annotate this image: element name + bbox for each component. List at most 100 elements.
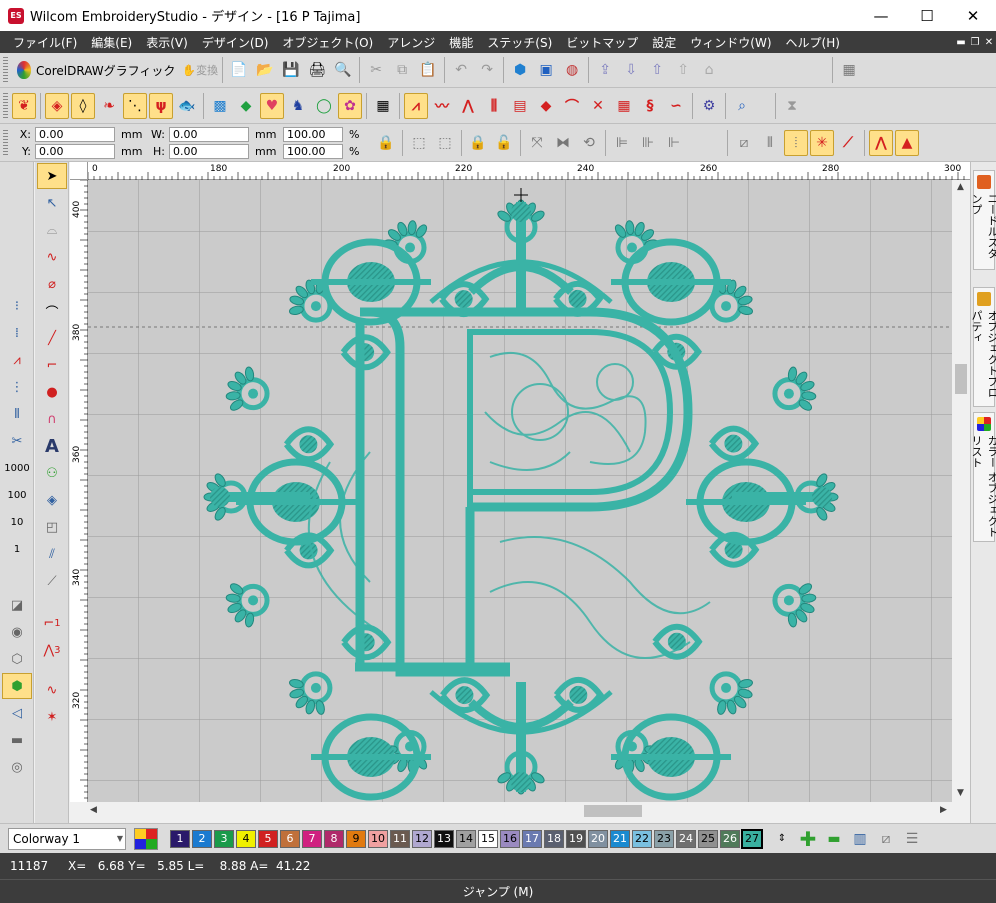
machine-connect-icon[interactable]: ⇧ bbox=[645, 57, 669, 83]
thread-swatch[interactable]: 20 bbox=[588, 829, 608, 848]
thread-swatch[interactable]: 12 bbox=[412, 829, 432, 848]
figure-icon[interactable]: ♞ bbox=[286, 93, 310, 119]
minimize-button[interactable]: — bbox=[858, 0, 904, 31]
thread-swatch[interactable]: 6 bbox=[280, 829, 300, 848]
print-preview-icon[interactable]: 🔍 bbox=[331, 57, 355, 83]
horizontal-scroll-thumb[interactable] bbox=[584, 805, 642, 817]
shapes-icon[interactable]: ◆ bbox=[234, 93, 258, 119]
mdi-close-button[interactable]: ✕ bbox=[982, 37, 996, 48]
machine-send-icon[interactable]: ⇪ bbox=[593, 57, 617, 83]
shape-hexagon-fill-icon[interactable]: ⬢ bbox=[2, 673, 32, 699]
hide-color-icon[interactable]: ⧄ bbox=[874, 826, 898, 852]
group-icon[interactable]: ⬚ bbox=[407, 130, 431, 156]
menu-arrange[interactable]: アレンジ bbox=[380, 34, 442, 51]
transform-icon[interactable]: ⤧ bbox=[525, 130, 549, 156]
thread-swatch[interactable]: 19 bbox=[566, 829, 586, 848]
grid-toggle-icon[interactable]: ▦ bbox=[371, 93, 395, 119]
hatch-stitch-icon[interactable]: ▤ bbox=[508, 93, 532, 119]
w-field[interactable]: 0.00 bbox=[169, 126, 249, 142]
mdi-minimize-button[interactable]: ▬ bbox=[954, 37, 968, 48]
mirror-icon[interactable]: ⧗ bbox=[780, 93, 804, 119]
run-line-icon[interactable]: ⋱ bbox=[123, 92, 147, 119]
maximize-button[interactable]: ☐ bbox=[904, 0, 950, 31]
menu-file[interactable]: ファイル(F) bbox=[6, 34, 84, 51]
thread-swatch[interactable]: 8 bbox=[324, 829, 344, 848]
stitch-column-icon[interactable]: ⦀ bbox=[2, 401, 32, 427]
thread-swatch[interactable]: 7 bbox=[302, 829, 322, 848]
zigzag-stitch-icon[interactable]: ⩘ bbox=[404, 92, 428, 119]
scale-y-field[interactable]: 100.00 bbox=[283, 143, 343, 159]
design-image-icon[interactable]: ▣ bbox=[534, 57, 558, 83]
color-blend-icon[interactable]: ✿ bbox=[338, 92, 362, 119]
stitch-density-icon[interactable]: ⦙ bbox=[784, 129, 808, 156]
align-right-icon[interactable]: ⊩ bbox=[662, 130, 686, 156]
monogram-icon[interactable]: ◈ bbox=[37, 487, 67, 513]
thread-swatch[interactable]: 5 bbox=[258, 829, 278, 848]
circle-tool-icon[interactable]: ● bbox=[37, 379, 67, 405]
stitch-travel-icon[interactable]: ⁞ bbox=[2, 320, 32, 346]
step-stitch-icon[interactable]: ⫼ bbox=[482, 93, 506, 119]
fish-icon[interactable]: 🐟 bbox=[175, 93, 199, 119]
count-100-button[interactable]: 100 bbox=[2, 482, 32, 508]
border-icon[interactable]: ◯ bbox=[312, 93, 336, 119]
object-properties-tab[interactable]: オブジェクトプロパティ bbox=[970, 287, 996, 407]
applique-icon[interactable]: ♥ bbox=[260, 92, 284, 119]
motif-stitch-icon[interactable]: § bbox=[638, 93, 662, 119]
stitch-player-icon[interactable]: ◍ bbox=[560, 57, 584, 83]
thread-swatch[interactable]: 17 bbox=[522, 829, 542, 848]
menu-function[interactable]: 機能 bbox=[442, 34, 480, 51]
save-icon[interactable]: 💾 bbox=[279, 57, 303, 83]
count-10-button[interactable]: 10 bbox=[2, 509, 32, 535]
unlock-icon[interactable]: 🔓 bbox=[492, 130, 516, 156]
machine-icon[interactable]: ⚙ bbox=[697, 93, 721, 119]
new-file-icon[interactable]: 📄 bbox=[227, 57, 251, 83]
text-tool-icon[interactable]: A bbox=[37, 433, 67, 459]
scroll-left-arrow-icon[interactable]: ◀ bbox=[90, 805, 97, 815]
thread-swatch[interactable]: 25 bbox=[698, 829, 718, 848]
cut-icon[interactable]: ✂ bbox=[364, 57, 388, 83]
cross-stitch-icon[interactable]: ✕ bbox=[586, 93, 610, 119]
thread-swatch[interactable]: 14 bbox=[456, 829, 476, 848]
count-1000-button[interactable]: 1000 bbox=[2, 455, 32, 481]
shape-circle-icon[interactable]: ◉ bbox=[2, 619, 32, 645]
wave-stitch-icon[interactable]: 〰 bbox=[430, 93, 454, 119]
stitch-triangle-icon[interactable]: ▲ bbox=[895, 129, 919, 156]
copy-icon[interactable]: ⧉ bbox=[390, 57, 414, 83]
lock-icon[interactable]: 🔒 bbox=[466, 130, 490, 156]
menu-bitmap[interactable]: ビットマップ bbox=[559, 34, 645, 51]
remove-color-icon[interactable]: ▬ bbox=[822, 826, 846, 852]
swatch-scroll-icon[interactable]: ⇕ bbox=[770, 826, 794, 852]
thread-swatch[interactable]: 2 bbox=[192, 829, 212, 848]
horizontal-scrollbar[interactable]: ◀ ▶ bbox=[88, 802, 952, 820]
menu-view[interactable]: 表示(V) bbox=[139, 34, 195, 51]
shape-hexagon-icon[interactable]: ⬡ bbox=[2, 646, 32, 672]
polyline-tool-icon[interactable]: ⌐ bbox=[37, 352, 67, 378]
menu-window[interactable]: ウィンドウ(W) bbox=[683, 34, 778, 51]
step-3-button[interactable]: ⋀ 3 bbox=[37, 637, 67, 663]
menu-edit[interactable]: 編集(E) bbox=[84, 34, 139, 51]
step-1-button[interactable]: ⌐ 1 bbox=[37, 610, 67, 636]
close-button[interactable]: ✕ bbox=[950, 0, 996, 31]
thread-swatch[interactable]: 18 bbox=[544, 829, 564, 848]
ungroup-icon[interactable]: ⬚ bbox=[433, 130, 457, 156]
parallel-lines-icon[interactable]: ⫽ bbox=[37, 541, 67, 567]
lock-proportion-icon[interactable]: 🔒 bbox=[374, 130, 398, 156]
scroll-down-arrow-icon[interactable]: ▼ bbox=[957, 788, 964, 798]
stitch-jump-icon[interactable]: ⁝ bbox=[2, 293, 32, 319]
paste-icon[interactable]: 📋 bbox=[416, 57, 440, 83]
zoom-icon[interactable]: ⌕ bbox=[730, 93, 754, 119]
frame-tool-icon[interactable]: ◰ bbox=[37, 514, 67, 540]
trident-icon[interactable]: ψ bbox=[149, 92, 173, 119]
shape-outline-icon[interactable]: ◪ bbox=[2, 592, 32, 618]
stitch-shape-icon[interactable]: ✳ bbox=[810, 129, 834, 156]
undo-icon[interactable]: ↶ bbox=[449, 57, 473, 83]
h-field[interactable]: 0.00 bbox=[169, 143, 249, 159]
embroidery-design[interactable] bbox=[70, 162, 970, 802]
tatami-leaf-icon[interactable]: ❧ bbox=[97, 93, 121, 119]
diamond-stitch-icon[interactable]: ◆ bbox=[534, 93, 558, 119]
redo-icon[interactable]: ↷ bbox=[475, 57, 499, 83]
stitch-peak-icon[interactable]: ⋀ bbox=[869, 129, 893, 156]
print-icon[interactable]: 🖨 bbox=[305, 57, 329, 83]
menu-stitch[interactable]: ステッチ(S) bbox=[480, 34, 559, 51]
freehand-icon[interactable]: ∿ bbox=[37, 244, 67, 270]
